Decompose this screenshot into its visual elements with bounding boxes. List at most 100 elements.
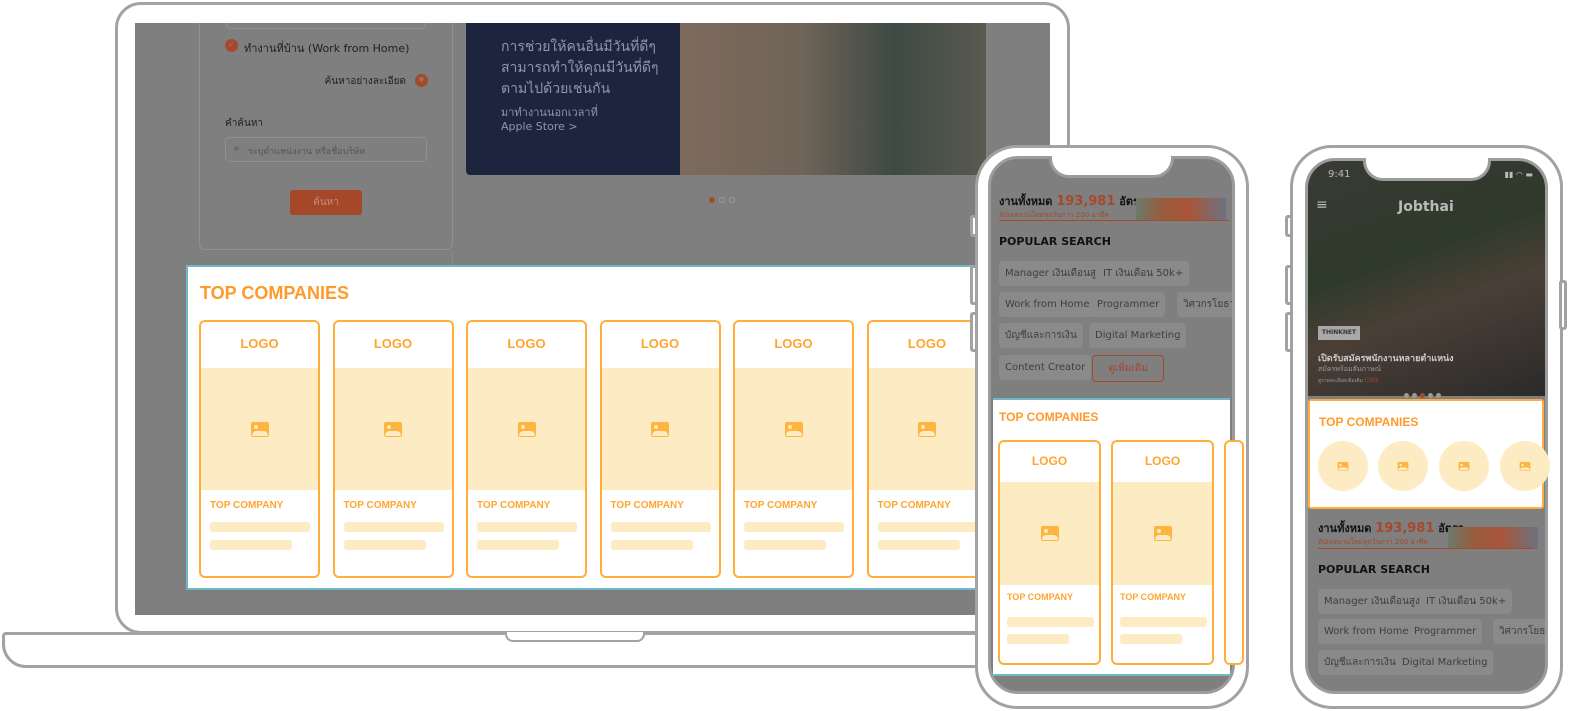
dot[interactable] [729,197,735,203]
dot[interactable] [719,197,725,203]
popular-tag[interactable]: IT เงินเดือน 50k+ [1097,261,1190,286]
popular-tag[interactable]: วิศวกรโยธา [1493,619,1545,644]
banner-link[interactable]: Apple Store > [501,120,659,134]
see-more-button[interactable]: ดูเพิ่มเติม [1092,355,1164,382]
company-card[interactable]: LOGO TOP COMPANY [466,320,587,578]
image-placeholder [1113,482,1212,585]
company-logo-circle[interactable] [1318,441,1368,491]
city-illustration [1136,198,1226,220]
company-logo-circle[interactable] [1439,441,1489,491]
text-placeholder [210,540,292,550]
text-placeholder [477,540,559,550]
image-icon [1040,526,1059,541]
banner-headline-line: การช่วยให้คนอื่นมีวันที่ดีๆ [501,39,656,55]
dot[interactable] [709,197,715,203]
section-title: TOP COMPANIES [1319,415,1419,429]
text-placeholder [610,522,711,532]
image-placeholder [468,368,585,490]
dot[interactable] [1436,393,1441,398]
image-icon [1519,461,1531,471]
banner-pagination[interactable] [709,188,739,207]
banner-headline-line: ตามไปด้วยเช่นกัน [501,81,611,97]
filter-input[interactable] [226,23,426,29]
dot[interactable] [1412,393,1417,398]
chevron-down-icon[interactable]: ▼ [415,74,428,87]
text-placeholder [343,540,426,550]
company-logo: LOGO [1144,454,1181,468]
banner-link-row: ดูรายละเอียดเพิ่มเติม Click [1318,377,1379,384]
search-icon: ⌕ [234,143,240,154]
popular-tag[interactable]: บัญชีและการเงิน [999,323,1083,348]
popular-tag[interactable]: Digital Marketing [1089,323,1187,348]
company-logo: LOGO [373,336,413,351]
image-icon [250,421,269,437]
company-name: TOP COMPANY [877,500,951,511]
dot[interactable] [1404,393,1409,398]
company-card[interactable] [1224,440,1244,665]
company-card[interactable]: LOGO TOP COMPANY [998,440,1101,665]
popular-tag[interactable]: Programmer [1408,619,1483,644]
popular-tag[interactable]: Digital Marketing [1396,650,1494,675]
image-placeholder [334,368,452,490]
check-icon[interactable]: ✓ [225,39,238,52]
hamburger-menu-icon[interactable]: ≡ [1316,197,1328,213]
popular-tag[interactable]: Work from Home [999,292,1096,317]
company-name: TOP COMPANY [477,500,551,511]
popular-search-title: POPULAR SEARCH [1318,563,1430,576]
banner-title: เปิดรับสมัครพนักงานหลายตำแหน่ง [1318,354,1454,364]
company-card[interactable]: LOGO TOP COMPANY [1111,440,1214,665]
popular-tag[interactable]: Programmer [1091,292,1166,317]
banner-click-link[interactable]: Click [1364,377,1378,384]
popular-tag[interactable]: Manager เงินเดือนสูง [1318,589,1426,614]
section-title: TOP COMPANIES [200,283,350,303]
company-name: TOP COMPANY [343,500,417,511]
image-icon [384,421,402,437]
laptop-notch [505,632,645,642]
company-card[interactable]: LOGO TOP COMPANY [199,320,320,578]
search-button[interactable]: ค้นหา [290,190,362,215]
image-icon [651,421,669,437]
dot[interactable] [1420,393,1425,398]
company-logo: LOGO [774,336,813,351]
company-card[interactable]: LOGO TOP COMPANY [866,320,988,578]
company-name: TOP COMPANY [1120,592,1187,602]
top-companies-section: TOP COMPANIES LOGO TOP COMPANY LOGO TOP COM… [993,398,1244,676]
popular-tag[interactable]: Work from Home [1318,619,1415,644]
text-placeholder [1007,634,1069,644]
company-name: TOP COMPANY [1007,592,1074,602]
company-card[interactable]: LOGO TOP COMPANY [733,320,854,578]
popular-tag[interactable]: บัญชีและการเงิน [1318,650,1402,675]
company-logo-circle[interactable] [1378,441,1428,491]
image-icon [1337,461,1349,471]
popular-tag[interactable]: วิศวกรโยธา [1177,292,1232,317]
popular-tag[interactable]: IT เงินเดือน 50k+ [1420,589,1513,614]
text-placeholder [877,540,960,550]
company-card[interactable]: LOGO TOP COMPANY [332,320,454,578]
hero-banner[interactable]: การช่วยให้คนอื่นมีวันที่ดีๆ สามารถทำให้ค… [466,23,986,175]
text-placeholder [477,522,577,532]
job-count: งานทั้งหมด 193,981 อัตรา [1318,521,1464,536]
image-placeholder [868,368,986,490]
top-companies-section: TOP COMPANIES LOGO TOP COMPANY LOGO TOP COM… [186,265,988,590]
company-card[interactable]: LOGO TOP COMPANY [599,320,721,578]
text-placeholder [744,540,826,550]
banner-headline-line: สามารถทำให้คุณมีวันที่ดีๆ [501,60,659,76]
company-logo: LOGO [240,336,279,351]
section-title: TOP COMPANIES [999,410,1099,424]
image-placeholder [601,368,719,490]
company-logo: THINKNET [1318,326,1360,340]
popular-search-title: POPULAR SEARCH [999,235,1111,248]
advanced-search-link[interactable]: ค้นหาอย่างละเอียด [325,74,406,89]
text-placeholder [877,522,978,532]
company-name: TOP COMPANY [210,500,284,511]
banner-photo [680,23,986,175]
popular-tag[interactable]: Manager เงินเดือนสูง [999,261,1107,286]
status-icons: ▮▮ ◠ ▬ [1504,170,1533,179]
keyword-label: คำค้นหา [225,118,264,129]
text-placeholder [1007,617,1094,627]
keyword-input[interactable]: ⌕ ระบุตำแหน่งงาน หรือชื่อบริษัท [225,137,427,162]
company-logo-circle[interactable] [1500,441,1550,491]
image-icon [1153,526,1172,541]
popular-tag[interactable]: Content Creator [999,355,1092,380]
dot[interactable] [1428,393,1433,398]
